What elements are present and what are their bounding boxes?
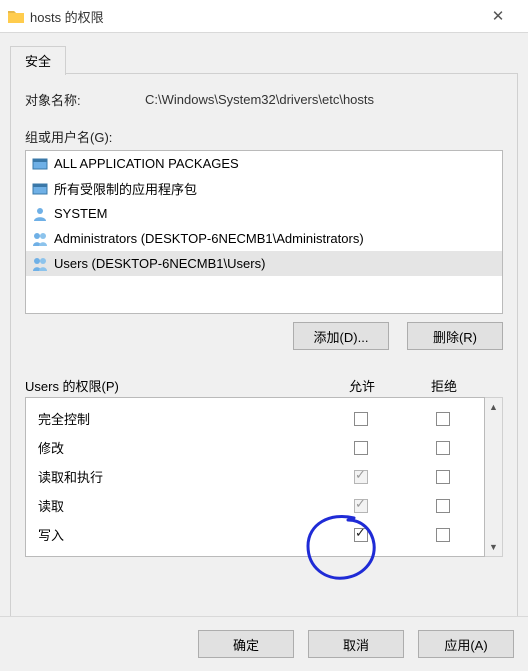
cancel-button[interactable]: 取消 <box>308 630 404 658</box>
deny-checkbox[interactable] <box>436 499 450 513</box>
principal-name: Users (DESKTOP-6NECMB1\Users) <box>54 256 265 271</box>
object-row: 对象名称: C:\Windows\System32\drivers\etc\ho… <box>25 90 503 109</box>
principal-buttons: 添加(D)... 删除(R) <box>25 322 503 350</box>
add-button[interactable]: 添加(D)... <box>293 322 389 350</box>
permission-name: 修改 <box>26 438 320 457</box>
ok-button[interactable]: 确定 <box>198 630 294 658</box>
scroll-track[interactable] <box>485 416 502 538</box>
permissions-header: Users 的权限(P) 允许 拒绝 <box>25 376 503 395</box>
principal-name: ALL APPLICATION PACKAGES <box>54 156 239 171</box>
principal-icon <box>32 231 48 247</box>
dialog-button-bar: 确定 取消 应用(A) <box>0 616 528 671</box>
tab-content: 对象名称: C:\Windows\System32\drivers\etc\ho… <box>10 74 518 634</box>
object-path: C:\Windows\System32\drivers\etc\hosts <box>145 92 374 107</box>
deny-checkbox[interactable] <box>436 528 450 542</box>
folder-icon <box>8 9 24 23</box>
permission-name: 读取 <box>26 496 320 515</box>
allow-checkbox[interactable] <box>354 528 368 542</box>
allow-checkbox[interactable] <box>354 470 368 484</box>
deny-column-header: 拒绝 <box>403 376 485 395</box>
permission-name: 完全控制 <box>26 409 320 428</box>
permissions-dialog: hosts 的权限 ✕ 安全 对象名称: C:\Windows\System32… <box>0 0 528 671</box>
allow-checkbox[interactable] <box>354 441 368 455</box>
deny-checkbox[interactable] <box>436 441 450 455</box>
permission-row: 写入 <box>26 520 484 549</box>
principal-icon <box>32 256 48 272</box>
permissions-area: 完全控制修改读取和执行读取写入 ▲ ▼ <box>25 397 503 557</box>
principal-icon <box>32 181 48 197</box>
allow-column-header: 允许 <box>321 376 403 395</box>
close-button[interactable]: ✕ <box>476 7 520 25</box>
principal-name: 所有受限制的应用程序包 <box>54 179 197 198</box>
tab-security[interactable]: 安全 <box>10 46 66 75</box>
permission-name: 读取和执行 <box>26 467 320 486</box>
groups-label: 组或用户名(G): <box>25 127 503 146</box>
deny-checkbox[interactable] <box>436 412 450 426</box>
principal-icon <box>32 206 48 222</box>
scroll-up-icon[interactable]: ▲ <box>485 398 502 416</box>
principal-name: Administrators (DESKTOP-6NECMB1\Administ… <box>54 231 364 246</box>
remove-button[interactable]: 删除(R) <box>407 322 503 350</box>
permissions-title: Users 的权限(P) <box>25 376 321 395</box>
tab-strip: 安全 <box>0 33 528 74</box>
permission-name: 写入 <box>26 525 320 544</box>
apply-button[interactable]: 应用(A) <box>418 630 514 658</box>
principal-row[interactable]: 所有受限制的应用程序包 <box>26 176 502 201</box>
permission-row: 读取和执行 <box>26 462 484 491</box>
scrollbar[interactable]: ▲ ▼ <box>485 397 503 557</box>
principal-row[interactable]: Users (DESKTOP-6NECMB1\Users) <box>26 251 502 276</box>
titlebar: hosts 的权限 ✕ <box>0 0 528 33</box>
permission-row: 完全控制 <box>26 404 484 433</box>
object-name-label: 对象名称: <box>25 90 145 109</box>
principals-list[interactable]: ALL APPLICATION PACKAGES 所有受限制的应用程序包 SYSTE… <box>25 150 503 314</box>
principal-name: SYSTEM <box>54 206 107 221</box>
scroll-down-icon[interactable]: ▼ <box>485 538 502 556</box>
allow-checkbox[interactable] <box>354 499 368 513</box>
principal-row[interactable]: Administrators (DESKTOP-6NECMB1\Administ… <box>26 226 502 251</box>
deny-checkbox[interactable] <box>436 470 450 484</box>
permissions-list: 完全控制修改读取和执行读取写入 <box>25 397 485 557</box>
permission-row: 修改 <box>26 433 484 462</box>
principal-row[interactable]: SYSTEM <box>26 201 502 226</box>
allow-checkbox[interactable] <box>354 412 368 426</box>
permission-row: 读取 <box>26 491 484 520</box>
window-title: hosts 的权限 <box>30 7 476 26</box>
principal-icon <box>32 156 48 172</box>
principal-row[interactable]: ALL APPLICATION PACKAGES <box>26 151 502 176</box>
